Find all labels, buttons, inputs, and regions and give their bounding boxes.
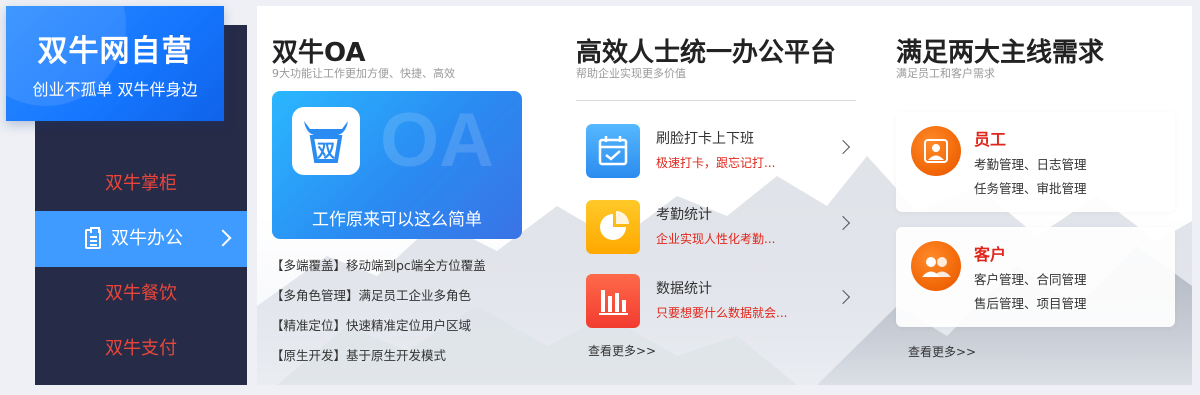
service-item-data-stats[interactable]: 数据统计 只要想要什么数据就会... bbox=[586, 272, 856, 332]
more-link-needs[interactable]: 查看更多>> bbox=[908, 343, 976, 360]
oa-caption: 工作原来可以这么简单 bbox=[312, 210, 482, 230]
sidebar-item-label: 双牛掌柜 bbox=[105, 173, 177, 194]
chevron-right-icon bbox=[835, 215, 851, 231]
service-desc: 只要想要什么数据就会... bbox=[656, 306, 788, 320]
brand-slogan: 创业不孤单 双牛伴身边 bbox=[32, 80, 198, 99]
people-icon bbox=[911, 241, 961, 291]
sidebar-item-label: 双牛支付 bbox=[105, 338, 177, 359]
divider bbox=[576, 100, 856, 101]
feature-item: 【精准定位】快速精准定位用户区域 bbox=[271, 318, 472, 333]
sidebar-item-label: 双牛餐饮 bbox=[105, 283, 177, 304]
service-name: 考勤统计 bbox=[656, 207, 712, 223]
service-item-face-checkin[interactable]: 刷脸打卡上下班 极速打卡，跟忘记打... bbox=[586, 122, 856, 182]
sidebar-item-canyin[interactable]: 双牛餐饮 bbox=[35, 266, 247, 322]
sidebar-item-zhanggui[interactable]: 双牛掌柜 bbox=[35, 156, 247, 212]
feature-item: 【多角色管理】满足员工企业多角色 bbox=[271, 288, 472, 303]
person-icon bbox=[911, 126, 961, 176]
chevron-right-icon bbox=[214, 229, 232, 247]
sidebar-item-label: 双牛办公 bbox=[111, 228, 183, 249]
pie-chart-icon bbox=[586, 200, 640, 254]
platform-subtitle: 帮助企业实现更多价值 bbox=[576, 67, 686, 80]
platform-title: 高效人士统一办公平台 bbox=[576, 38, 837, 68]
need-line: 售后管理、项目管理 bbox=[974, 296, 1087, 311]
brand-title: 双牛网自营 bbox=[37, 34, 193, 69]
oa-watermark: OA bbox=[380, 98, 494, 183]
clipboard-icon bbox=[85, 227, 101, 249]
sidebar-item-zhifu[interactable]: 双牛支付 bbox=[35, 321, 247, 377]
sidebar-item-bangong[interactable]: 双牛办公 bbox=[35, 211, 247, 267]
oa-title: 双牛OA bbox=[272, 38, 366, 68]
oa-logo-glyph: 双 bbox=[317, 141, 335, 162]
chevron-right-icon bbox=[835, 289, 851, 305]
oa-promo-card[interactable]: 双 OA 工作原来可以这么简单 bbox=[272, 91, 522, 239]
feature-item: 【多端覆盖】移动端到pc端全方位覆盖 bbox=[271, 258, 486, 273]
bar-chart-icon bbox=[586, 274, 640, 328]
service-name: 数据统计 bbox=[656, 281, 712, 297]
brand-banner[interactable]: 双牛网自营 创业不孤单 双牛伴身边 bbox=[6, 6, 224, 121]
need-title: 员工 bbox=[974, 130, 1007, 149]
service-desc: 企业实现人性化考勤... bbox=[656, 232, 776, 246]
need-title: 客户 bbox=[974, 245, 1007, 264]
calendar-check-icon bbox=[586, 124, 640, 178]
oa-subtitle: 9大功能让工作更加方便、快捷、高效 bbox=[272, 67, 455, 80]
service-desc: 极速打卡，跟忘记打... bbox=[656, 156, 776, 170]
service-name: 刷脸打卡上下班 bbox=[656, 131, 754, 147]
more-link-platform[interactable]: 查看更多>> bbox=[588, 342, 656, 359]
need-line: 考勤管理、日志管理 bbox=[974, 157, 1087, 172]
need-card-customer[interactable]: 客户 客户管理、合同管理 售后管理、项目管理 bbox=[896, 227, 1175, 327]
need-line: 客户管理、合同管理 bbox=[974, 272, 1087, 287]
service-item-attendance[interactable]: 考勤统计 企业实现人性化考勤... bbox=[586, 198, 856, 258]
main-panel: 双牛OA 9大功能让工作更加方便、快捷、高效 双 OA 工作原来可以这么简单 【… bbox=[257, 6, 1192, 385]
chevron-right-icon bbox=[835, 139, 851, 155]
needs-subtitle: 满足员工和客户需求 bbox=[896, 67, 995, 80]
feature-item: 【原生开发】基于原生开发模式 bbox=[271, 348, 447, 363]
need-line: 任务管理、审批管理 bbox=[974, 181, 1087, 196]
needs-title: 满足两大主线需求 bbox=[896, 38, 1105, 68]
oa-logo-icon: 双 bbox=[292, 107, 360, 175]
need-card-employee[interactable]: 员工 考勤管理、日志管理 任务管理、审批管理 bbox=[896, 112, 1175, 212]
